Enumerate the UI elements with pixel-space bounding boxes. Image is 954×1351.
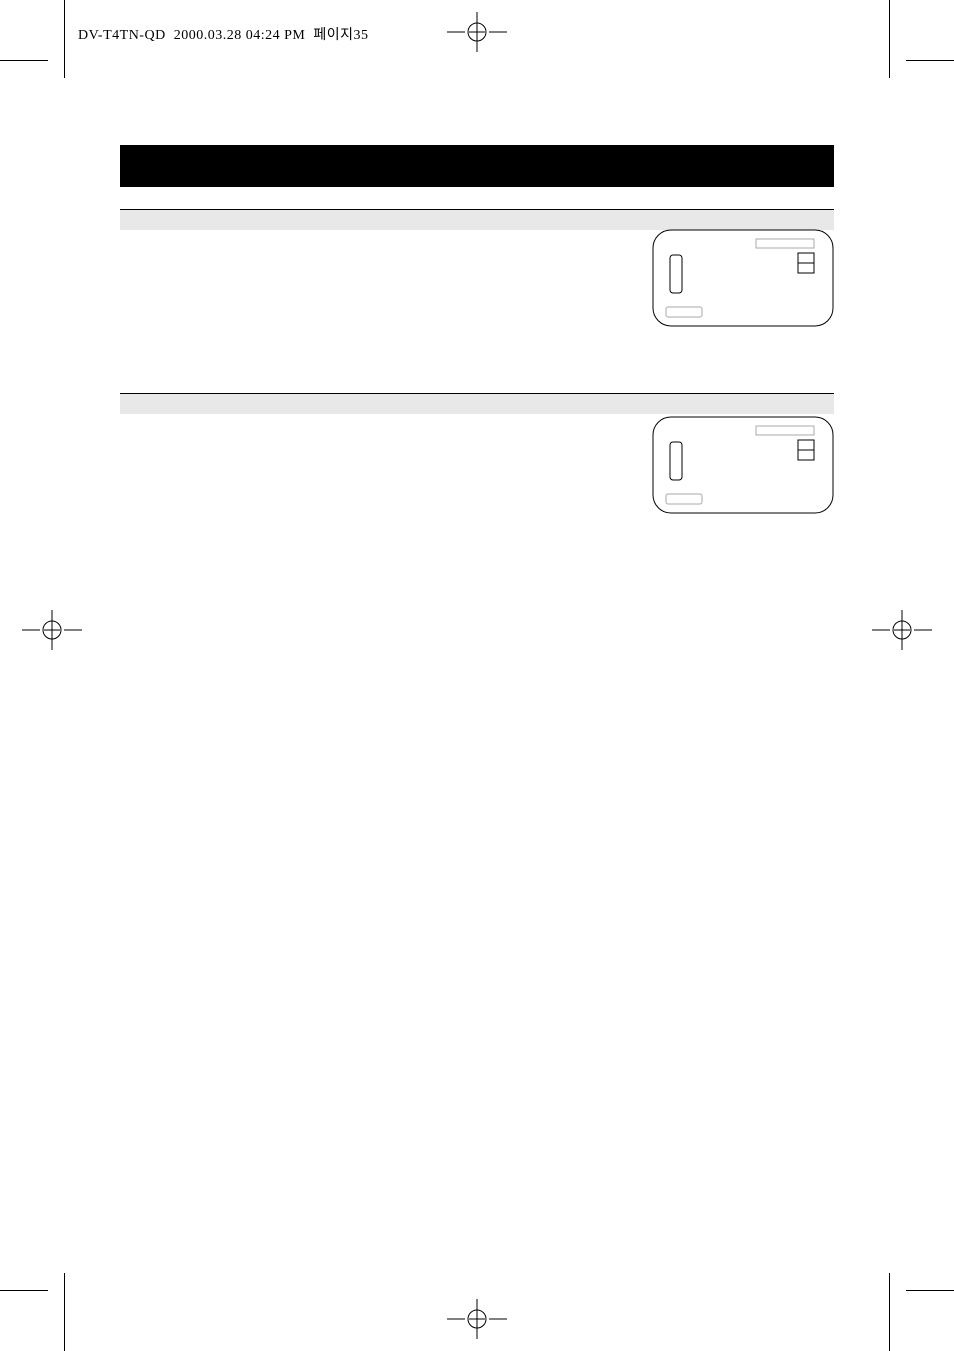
- page-content: [120, 145, 834, 414]
- registration-mark-icon: [447, 1299, 507, 1339]
- section-subheader: [120, 394, 834, 414]
- crop-mark: [906, 1290, 954, 1291]
- crop-mark: [0, 60, 48, 61]
- registration-mark-icon: [872, 610, 932, 650]
- section-subheader: [120, 210, 834, 230]
- crop-mark: [889, 0, 890, 78]
- registration-mark-icon: [22, 610, 82, 650]
- schematic-diagram-icon: [652, 229, 834, 327]
- timestamp: 2000.03.28 04:24 PM: [174, 28, 306, 43]
- schematic-diagram-icon: [652, 416, 834, 514]
- crop-mark: [0, 1290, 48, 1291]
- document-header: DV-T4TN-QD 2000.03.28 04:24 PM 페이지35: [78, 24, 368, 44]
- section-1: [120, 209, 834, 230]
- page-label: 페이지35: [313, 28, 368, 43]
- title-bar: [120, 145, 834, 187]
- crop-mark: [889, 1273, 890, 1351]
- crop-mark: [64, 0, 65, 78]
- crop-mark: [64, 1273, 65, 1351]
- section-2: [120, 393, 834, 414]
- registration-mark-icon: [447, 12, 507, 52]
- crop-mark: [906, 60, 954, 61]
- doc-id: DV-T4TN-QD: [78, 28, 166, 43]
